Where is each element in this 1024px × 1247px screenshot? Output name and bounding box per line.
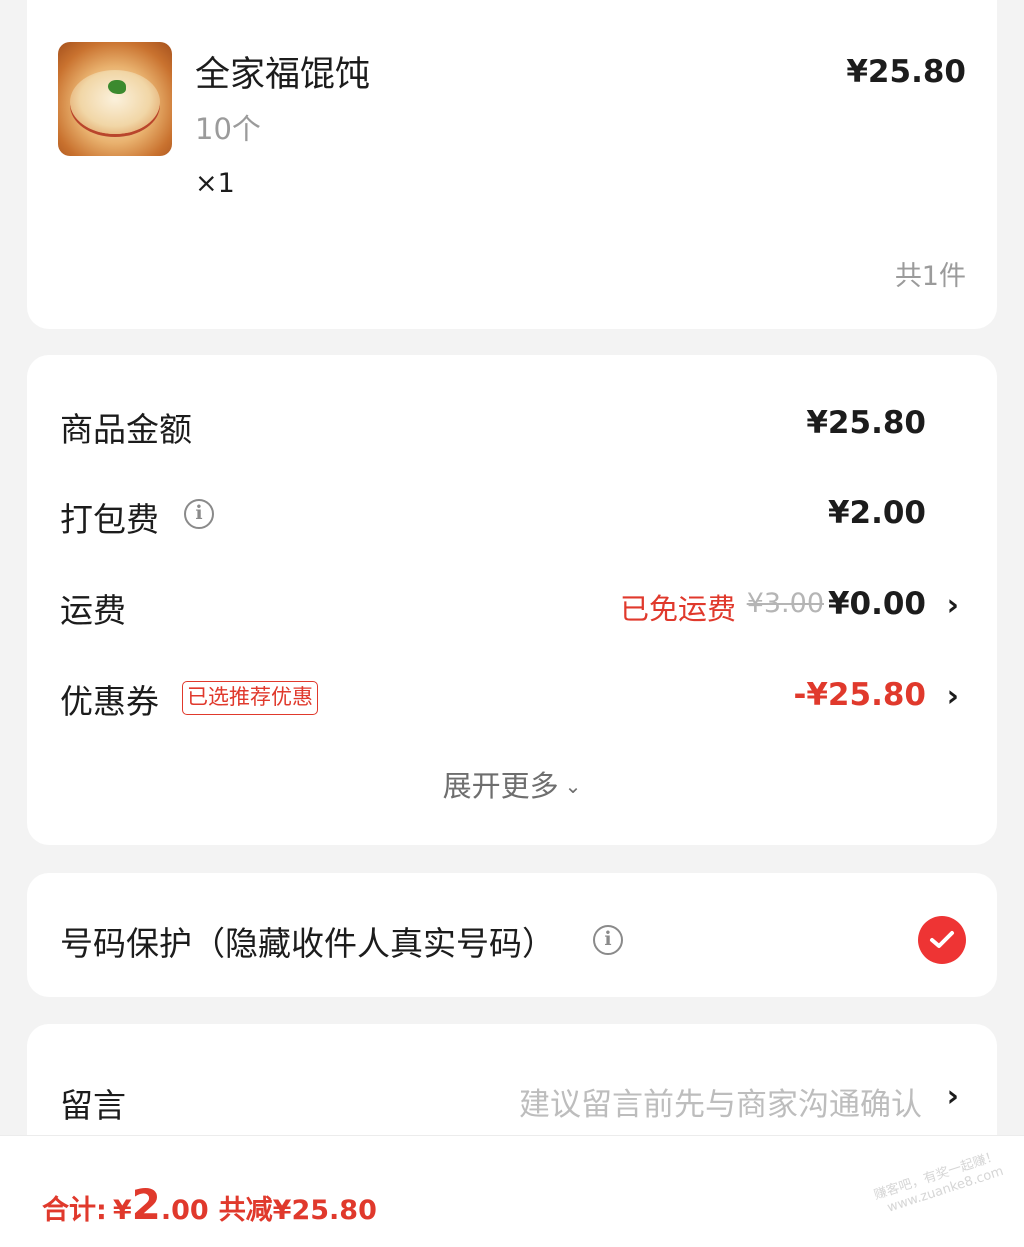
product-quantity: ×1 xyxy=(195,168,235,199)
product-name: 全家福馄饨 xyxy=(195,55,371,95)
product-card: 全家福馄饨 10个 ×1 ¥25.80 共1件 xyxy=(27,0,997,329)
product-spec: 10个 xyxy=(195,112,261,146)
checkout-bottom-bar: 合计: ¥2.00 共减¥25.80 xyxy=(0,1135,1024,1247)
coupon-label: 优惠券 xyxy=(60,682,159,721)
info-icon[interactable]: i xyxy=(593,925,623,955)
total-currency: ¥ xyxy=(112,1195,132,1226)
phone-protection-checkbox[interactable] xyxy=(918,916,966,964)
free-shipping-tag: 已免运费 xyxy=(619,592,736,626)
total-amount-integer: 2 xyxy=(131,1180,161,1229)
chevron-right-icon: › xyxy=(946,1079,959,1114)
checkmark-icon xyxy=(930,931,954,948)
phone-protection-label: 号码保护（隐藏收件人真实号码） xyxy=(60,924,555,963)
phone-protection-card: 号码保护（隐藏收件人真实号码） i xyxy=(27,873,997,997)
goods-amount-value: ¥25.80 xyxy=(806,405,926,441)
shipping-fee-row[interactable]: 运费 已免运费 ¥3.00 ¥0.00 › xyxy=(27,574,997,634)
goods-amount-label: 商品金额 xyxy=(60,410,192,449)
chevron-right-icon: › xyxy=(946,588,959,623)
packing-fee-value: ¥2.00 xyxy=(827,495,926,531)
packing-fee-row: 打包费 i ¥2.00 xyxy=(27,483,997,543)
total-amount-decimal: .00 xyxy=(160,1195,209,1226)
message-input[interactable]: 建议留言前先与商家沟通确认 xyxy=(519,1079,922,1124)
chevron-right-icon: › xyxy=(946,679,959,714)
coupon-value: -¥25.80 xyxy=(793,677,927,713)
chevron-down-icon: ⌄ xyxy=(564,774,582,798)
coupon-recommended-badge: 已选推荐优惠 xyxy=(182,681,318,715)
garnish-image xyxy=(108,80,126,94)
order-total: 合计: ¥2.00 共减¥25.80 xyxy=(42,1180,377,1229)
total-reduction: 共减¥25.80 xyxy=(218,1195,377,1226)
expand-more-label: 展开更多 xyxy=(442,769,559,803)
product-thumbnail[interactable] xyxy=(58,42,172,156)
item-count: 共1件 xyxy=(894,261,966,292)
message-label: 留言 xyxy=(60,1086,126,1125)
info-icon[interactable]: i xyxy=(184,499,214,529)
product-price: ¥25.80 xyxy=(846,54,966,90)
goods-amount-row: 商品金额 ¥25.80 xyxy=(27,393,997,453)
coupon-row[interactable]: 优惠券 已选推荐优惠 -¥25.80 › xyxy=(27,665,997,725)
original-shipping-fee: ¥3.00 xyxy=(746,588,824,619)
shipping-fee-value: ¥0.00 xyxy=(827,586,926,622)
total-label: 合计: xyxy=(42,1195,107,1226)
order-confirm-page: 全家福馄饨 10个 ×1 ¥25.80 共1件 商品金额 ¥25.80 打包费 … xyxy=(0,0,1024,1247)
fee-summary-card: 商品金额 ¥25.80 打包费 i ¥2.00 运费 已免运费 ¥3.00 ¥0… xyxy=(27,355,997,845)
shipping-fee-label: 运费 xyxy=(60,591,126,630)
packing-fee-label: 打包费 xyxy=(60,500,159,539)
expand-more-button[interactable]: 展开更多 ⌄ xyxy=(27,763,997,805)
